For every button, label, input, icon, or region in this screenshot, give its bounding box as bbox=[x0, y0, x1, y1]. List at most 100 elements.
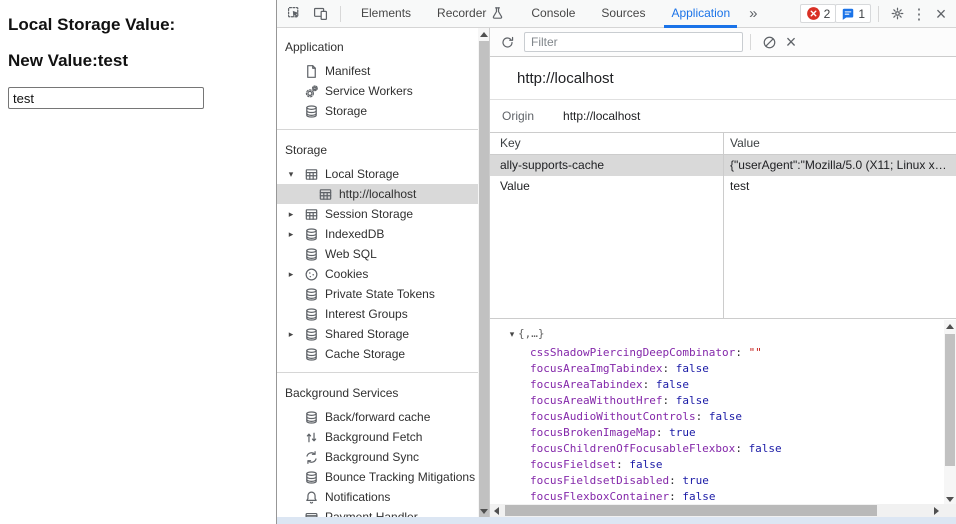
sidebar-item-http-localhost[interactable]: http://localhost bbox=[277, 184, 490, 204]
card-icon bbox=[303, 510, 319, 518]
gears-icon bbox=[303, 84, 319, 99]
scroll-up-arrow[interactable] bbox=[944, 320, 956, 332]
bell-icon bbox=[303, 490, 319, 505]
database-icon bbox=[303, 104, 319, 119]
colon: : bbox=[696, 410, 709, 423]
database-icon bbox=[303, 470, 319, 485]
database-icon bbox=[303, 247, 319, 262]
sidebar-scrollbar[interactable] bbox=[478, 28, 490, 517]
sidebar-item-interest-groups[interactable]: Interest Groups bbox=[277, 304, 478, 324]
value-input[interactable] bbox=[8, 87, 204, 109]
expand-arrow-icon[interactable]: ▾ bbox=[506, 326, 518, 342]
preview-entry[interactable]: focusAreaWithoutHref: false bbox=[490, 393, 942, 409]
sidebar-item-cache-storage[interactable]: Cache Storage bbox=[277, 344, 478, 364]
scroll-down-arrow[interactable] bbox=[478, 505, 490, 517]
scroll-right-arrow[interactable] bbox=[930, 504, 943, 517]
twisty-icon[interactable]: ▸ bbox=[285, 329, 297, 340]
sidebar-item-payment-handler[interactable]: Payment Handler bbox=[277, 507, 478, 517]
sidebar-item-background-fetch[interactable]: Background Fetch bbox=[277, 427, 478, 447]
sidebar-item-notifications[interactable]: Notifications bbox=[277, 487, 478, 507]
refresh-button[interactable] bbox=[496, 30, 518, 54]
sidebar-section-divider bbox=[277, 372, 478, 373]
more-tabs-button[interactable]: » bbox=[743, 5, 763, 22]
clear-all-button[interactable] bbox=[758, 30, 780, 54]
property-name: focusAreaWithoutHref bbox=[530, 394, 662, 407]
error-badge[interactable]: 2 bbox=[800, 4, 837, 23]
value-preview-pane: ▾{,…} cssShadowPiercingDeepCombinator: "… bbox=[490, 318, 956, 517]
twisty-icon[interactable]: ▸ bbox=[285, 269, 297, 280]
property-value: true bbox=[669, 426, 696, 439]
issues-badge[interactable]: 1 bbox=[835, 4, 871, 23]
scrollbar-thumb[interactable] bbox=[945, 334, 955, 466]
preview-entry[interactable]: focusFieldset: false bbox=[490, 457, 942, 473]
origin-label: Origin bbox=[502, 109, 534, 123]
sidebar-item-shared-storage[interactable]: ▸Shared Storage bbox=[277, 324, 478, 344]
sidebar-item-back-forward-cache[interactable]: Back/forward cache bbox=[277, 407, 478, 427]
database-icon bbox=[303, 327, 319, 342]
filter-input[interactable] bbox=[524, 32, 743, 52]
sidebar-item-web-sql[interactable]: Web SQL bbox=[277, 244, 478, 264]
block-icon bbox=[762, 35, 777, 50]
preview-entry[interactable]: focusFieldsetDisabled: true bbox=[490, 473, 942, 489]
storage-value-heading: Local Storage Value: bbox=[8, 15, 175, 35]
cell-value: {"userAgent":"Mozilla/5.0 (X11; Linux x… bbox=[723, 155, 956, 176]
sidebar-item-label: Back/forward cache bbox=[325, 410, 430, 424]
scroll-up-arrow[interactable] bbox=[478, 28, 490, 40]
twisty-icon[interactable]: ▸ bbox=[285, 209, 297, 220]
database-icon bbox=[303, 307, 319, 322]
scrollbar-thumb[interactable] bbox=[479, 41, 489, 517]
section-header-storage: Storage bbox=[277, 140, 489, 160]
sidebar-item-label: Payment Handler bbox=[325, 510, 418, 517]
inspect-element-button[interactable] bbox=[281, 1, 307, 27]
sidebar-item-bounce-tracking-mitigations[interactable]: Bounce Tracking Mitigations bbox=[277, 467, 478, 487]
property-value: false bbox=[676, 394, 709, 407]
sidebar-item-cookies[interactable]: ▸Cookies bbox=[277, 264, 478, 284]
sidebar-item-storage[interactable]: Storage bbox=[277, 101, 478, 121]
column-divider[interactable] bbox=[723, 133, 724, 318]
column-header-value[interactable]: Value bbox=[723, 133, 956, 154]
tab-label: Console bbox=[531, 0, 575, 27]
error-icon bbox=[806, 6, 821, 21]
database-icon bbox=[303, 287, 319, 302]
kebab-icon: ⋮ bbox=[912, 5, 927, 23]
close-icon: × bbox=[786, 33, 797, 51]
close-devtools-button[interactable]: × bbox=[930, 2, 952, 26]
preview-entry[interactable]: focusAreaTabindex: false bbox=[490, 377, 942, 393]
preview-entry[interactable]: focusBrokenImageMap: true bbox=[490, 425, 942, 441]
sidebar-item-session-storage[interactable]: ▸Session Storage bbox=[277, 204, 478, 224]
storage-title: http://localhost bbox=[490, 57, 956, 100]
sidebar-items: ManifestService WorkersStorage bbox=[277, 61, 489, 121]
twisty-icon[interactable]: ▾ bbox=[285, 169, 297, 180]
column-header-key[interactable]: Key bbox=[490, 133, 723, 154]
preview-entry[interactable]: focusChildrenOfFocusableFlexbox: false bbox=[490, 441, 942, 457]
inspect-cursor-icon bbox=[287, 6, 302, 21]
preview-vertical-scrollbar[interactable] bbox=[944, 320, 956, 505]
sidebar-item-background-sync[interactable]: Background Sync bbox=[277, 447, 478, 467]
twisty-icon[interactable]: ▸ bbox=[285, 229, 297, 240]
devtools-menu-button[interactable]: ⋮ bbox=[908, 2, 930, 26]
tab-application[interactable]: Application bbox=[658, 0, 743, 28]
preview-entry[interactable]: focusFlexboxContainer: false bbox=[490, 489, 942, 504]
preview-entry[interactable]: focusAreaImgTabindex: false bbox=[490, 361, 942, 377]
sidebar-item-service-workers[interactable]: Service Workers bbox=[277, 81, 478, 101]
sidebar-item-label: Local Storage bbox=[325, 167, 399, 181]
scrollbar-thumb[interactable] bbox=[505, 505, 877, 516]
preview-horizontal-scrollbar[interactable] bbox=[490, 504, 943, 517]
sidebar-item-indexeddb[interactable]: ▸IndexedDB bbox=[277, 224, 478, 244]
device-toolbar-button[interactable] bbox=[307, 1, 333, 27]
sidebar-item-manifest[interactable]: Manifest bbox=[277, 61, 478, 81]
property-value: false bbox=[682, 490, 715, 503]
tab-elements[interactable]: Elements bbox=[348, 0, 424, 28]
scroll-left-arrow[interactable] bbox=[490, 504, 503, 517]
sidebar-section-divider bbox=[277, 129, 478, 130]
tab-sources[interactable]: Sources bbox=[588, 0, 658, 28]
settings-button[interactable] bbox=[886, 2, 908, 26]
sidebar-item-private-state-tokens[interactable]: Private State Tokens bbox=[277, 284, 478, 304]
preview-root[interactable]: ▾{,…} bbox=[490, 326, 545, 342]
preview-entry[interactable]: focusAudioWithoutControls: false bbox=[490, 409, 942, 425]
tab-console[interactable]: Console bbox=[518, 0, 588, 28]
sidebar-item-local-storage[interactable]: ▾ Local Storage bbox=[277, 164, 478, 184]
tab-recorder[interactable]: Recorder bbox=[424, 0, 518, 28]
delete-selected-button[interactable]: × bbox=[780, 30, 802, 54]
preview-entry[interactable]: cssShadowPiercingDeepCombinator: "" bbox=[490, 345, 942, 361]
